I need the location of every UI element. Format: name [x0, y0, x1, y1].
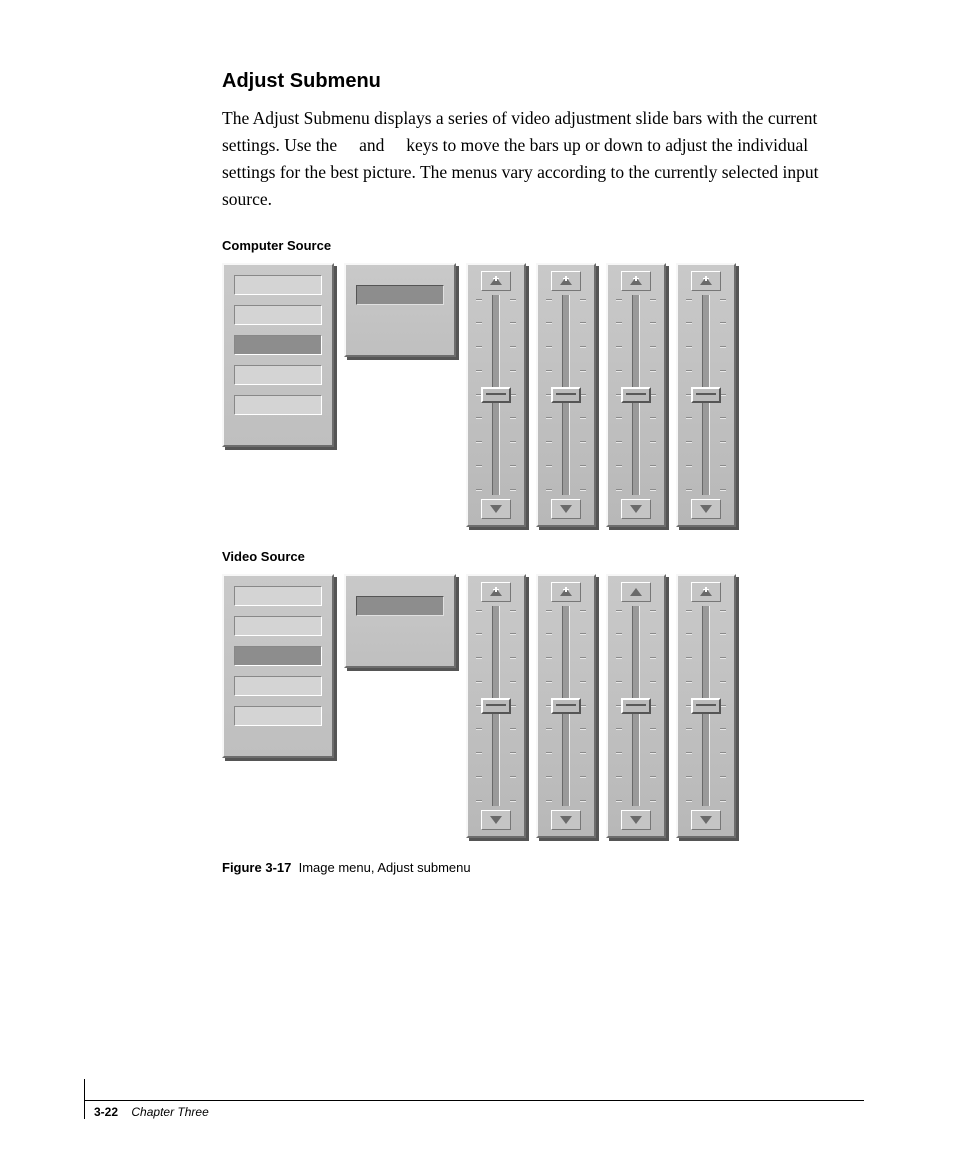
- menu-item[interactable]: [234, 275, 322, 295]
- slider-down-button[interactable]: [551, 810, 581, 830]
- arrow-down-icon: [490, 816, 502, 824]
- menu-item[interactable]: [234, 365, 322, 385]
- slider-down-button[interactable]: [621, 499, 651, 519]
- menu-item[interactable]: [234, 616, 322, 636]
- slider-up-button[interactable]: [691, 582, 721, 602]
- slider-up-button[interactable]: [691, 271, 721, 291]
- slider-track[interactable]: [538, 606, 594, 806]
- slider-panel: [536, 263, 596, 527]
- arrow-down-icon: [700, 505, 712, 513]
- figure-row-video: [222, 574, 864, 838]
- slider-handle[interactable]: [551, 698, 581, 714]
- menu-item[interactable]: [234, 676, 322, 696]
- menu-item-selected[interactable]: [234, 646, 322, 666]
- menu-item[interactable]: [234, 586, 322, 606]
- slider-track[interactable]: [608, 295, 664, 495]
- slider-up-button[interactable]: [481, 582, 511, 602]
- slider-track[interactable]: [678, 606, 734, 806]
- submenu-item-selected[interactable]: [356, 285, 444, 305]
- arrow-down-icon: [630, 505, 642, 513]
- slider-panel: [676, 263, 736, 527]
- arrow-up-plus-icon: [560, 588, 572, 596]
- arrow-up-plus-icon: [700, 588, 712, 596]
- submenu-panel: [344, 574, 456, 668]
- slider-handle[interactable]: [481, 698, 511, 714]
- slider-track[interactable]: [608, 606, 664, 806]
- slider-handle[interactable]: [481, 387, 511, 403]
- slider-handle[interactable]: [621, 698, 651, 714]
- section-paragraph: The Adjust Submenu displays a series of …: [222, 105, 864, 214]
- slider-up-button[interactable]: [621, 582, 651, 602]
- arrow-down-icon: [560, 505, 572, 513]
- arrow-down-icon: [560, 816, 572, 824]
- menu-item[interactable]: [234, 395, 322, 415]
- section-heading: Adjust Submenu: [222, 70, 864, 93]
- slider-track[interactable]: [678, 295, 734, 495]
- page-footer: 3-22 Chapter Three: [84, 1100, 864, 1119]
- slider-down-button[interactable]: [691, 499, 721, 519]
- arrow-up-plus-icon: [700, 277, 712, 285]
- slider-panel: [676, 574, 736, 838]
- slider-handle[interactable]: [691, 698, 721, 714]
- arrow-up-plus-icon: [630, 277, 642, 285]
- arrow-down-icon: [630, 816, 642, 824]
- slider-panel: [606, 263, 666, 527]
- slider-down-button[interactable]: [691, 810, 721, 830]
- menu-item[interactable]: [234, 305, 322, 325]
- main-menu-panel: [222, 263, 334, 447]
- page-number: 3-22: [94, 1105, 118, 1119]
- slider-track[interactable]: [468, 606, 524, 806]
- slider-up-button[interactable]: [481, 271, 511, 291]
- slider-panel: [536, 574, 596, 838]
- menu-item[interactable]: [234, 706, 322, 726]
- slider-down-button[interactable]: [551, 499, 581, 519]
- figure-caption-number: Figure 3-17: [222, 860, 291, 875]
- slider-panel: [466, 574, 526, 838]
- submenu-panel: [344, 263, 456, 357]
- arrow-down-icon: [490, 505, 502, 513]
- main-menu-panel: [222, 574, 334, 758]
- menu-item-selected[interactable]: [234, 335, 322, 355]
- submenu-item-selected[interactable]: [356, 596, 444, 616]
- source-label-1: Computer Source: [222, 238, 864, 253]
- figure-row-computer: [222, 263, 864, 527]
- slider-handle[interactable]: [691, 387, 721, 403]
- figure-caption-text: Image menu, Adjust submenu: [299, 860, 471, 875]
- slider-down-button[interactable]: [621, 810, 651, 830]
- arrow-up-plus-icon: [560, 277, 572, 285]
- slider-track[interactable]: [468, 295, 524, 495]
- slider-down-button[interactable]: [481, 499, 511, 519]
- arrow-up-plus-icon: [490, 277, 502, 285]
- slider-track[interactable]: [538, 295, 594, 495]
- arrow-up-icon: [630, 588, 642, 596]
- arrow-down-icon: [700, 816, 712, 824]
- slider-down-button[interactable]: [481, 810, 511, 830]
- slider-up-button[interactable]: [621, 271, 651, 291]
- chapter-title: Chapter Three: [131, 1105, 208, 1119]
- slider-up-button[interactable]: [551, 271, 581, 291]
- arrow-up-plus-icon: [490, 588, 502, 596]
- source-label-2: Video Source: [222, 549, 864, 564]
- slider-up-button[interactable]: [551, 582, 581, 602]
- slider-panel: [466, 263, 526, 527]
- slider-panel: [606, 574, 666, 838]
- slider-handle[interactable]: [621, 387, 651, 403]
- slider-handle[interactable]: [551, 387, 581, 403]
- figure-caption: Figure 3-17 Image menu, Adjust submenu: [222, 860, 864, 875]
